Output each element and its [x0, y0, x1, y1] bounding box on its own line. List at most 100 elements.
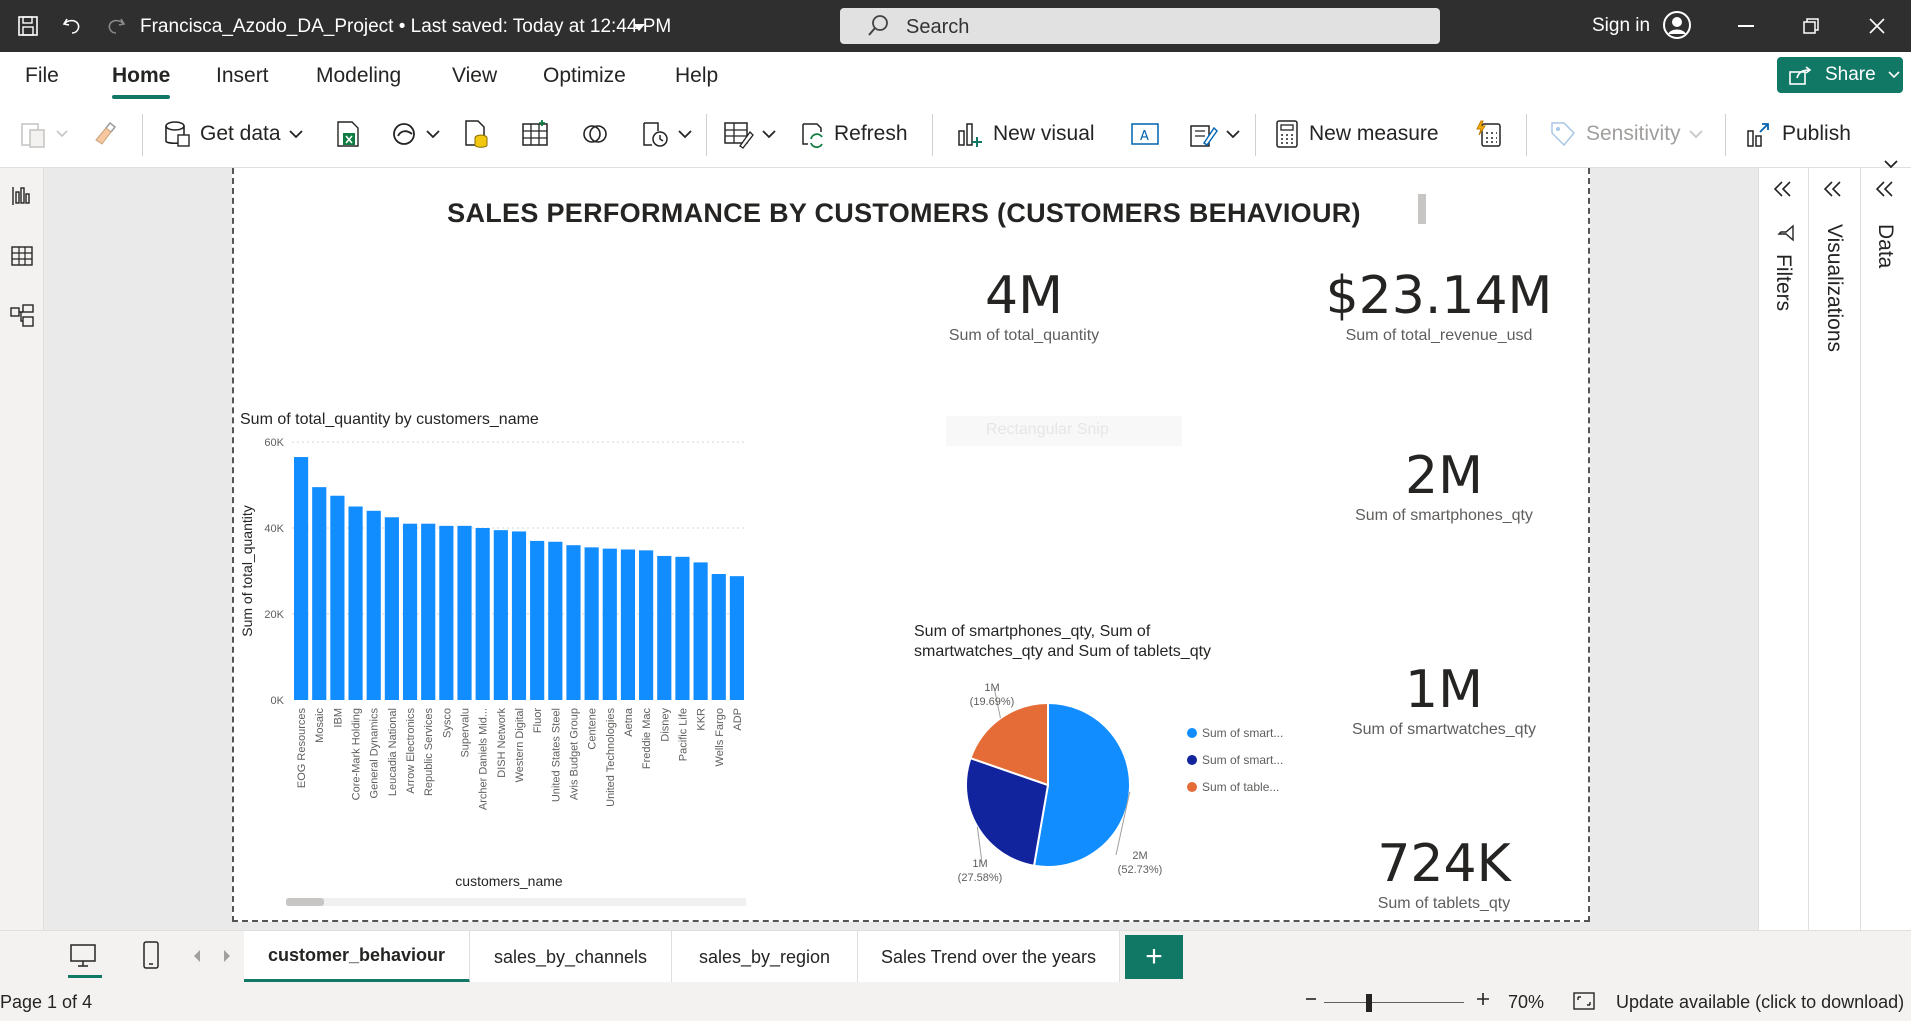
save-icon[interactable]	[14, 12, 42, 40]
scroll-right-icon[interactable]	[222, 949, 232, 968]
pie-chart[interactable]: Sum of smartphones_qty, Sum of smartwatch…	[914, 620, 1334, 915]
share-button[interactable]: Share	[1777, 57, 1903, 93]
onelake-button[interactable]	[390, 116, 440, 152]
collapse-chevron-icon[interactable]	[1875, 180, 1895, 203]
more-visuals-button[interactable]	[1188, 116, 1240, 152]
bar[interactable]	[366, 510, 381, 700]
zoom-slider-track[interactable]	[1324, 1002, 1464, 1003]
kpi-card-total-quantity[interactable]: 4M Sum of total_quantity	[894, 267, 1154, 345]
quick-measure-button[interactable]	[1474, 116, 1504, 152]
bar[interactable]	[693, 562, 708, 700]
page-tab-sales-trend[interactable]: Sales Trend over the years	[858, 931, 1120, 983]
bar[interactable]	[602, 548, 617, 700]
bar[interactable]	[511, 531, 527, 700]
collapse-chevron-icon[interactable]	[1823, 180, 1843, 203]
report-view-icon[interactable]	[8, 182, 36, 210]
table-view-icon[interactable]	[8, 242, 36, 270]
bar[interactable]	[348, 506, 363, 701]
legend-label[interactable]: Sum of smart...	[1202, 726, 1283, 740]
tab-help[interactable]: Help	[675, 64, 718, 88]
bar[interactable]	[493, 530, 508, 700]
bar[interactable]	[620, 549, 636, 701]
legend-label[interactable]: Sum of table...	[1202, 780, 1279, 794]
sql-server-button[interactable]	[462, 116, 490, 152]
page-tab-customer-behaviour[interactable]: customer_behaviour	[244, 931, 470, 983]
minimize-icon[interactable]	[1731, 14, 1761, 38]
undo-icon[interactable]	[58, 12, 86, 40]
sign-in-link[interactable]: Sign in	[1592, 15, 1650, 37]
bar[interactable]	[675, 556, 690, 700]
bar[interactable]	[584, 547, 599, 700]
tab-home[interactable]: Home	[112, 64, 170, 88]
bar-chart[interactable]: Sum of total_quantity by customers_name 0…	[234, 408, 764, 918]
data-pane[interactable]: Data	[1860, 168, 1911, 930]
visualizations-pane[interactable]: Visualizations	[1808, 168, 1860, 930]
tab-view[interactable]: View	[452, 64, 497, 88]
format-painter-button[interactable]	[90, 116, 118, 152]
bar[interactable]	[566, 545, 581, 700]
tab-insert[interactable]: Insert	[216, 64, 269, 88]
dataverse-button[interactable]	[580, 116, 610, 152]
filters-pane[interactable]: Filters	[1758, 168, 1808, 930]
bar[interactable]	[439, 525, 454, 700]
kpi-card-smartwatches[interactable]: 1M Sum of smartwatches_qty	[1324, 662, 1564, 740]
tab-modeling[interactable]: Modeling	[316, 64, 401, 88]
ribbon-divider	[706, 114, 707, 156]
chevron-down-icon[interactable]	[632, 20, 646, 38]
transform-data-button[interactable]	[722, 116, 776, 152]
new-measure-button[interactable]: New measure	[1273, 116, 1439, 152]
page-tab-sales-by-channels[interactable]: sales_by_channels	[470, 931, 672, 983]
bar[interactable]	[711, 574, 726, 700]
page-tab-sales-by-region[interactable]: sales_by_region	[672, 931, 858, 983]
chart-scrollbar-track[interactable]	[286, 898, 746, 906]
model-view-icon[interactable]	[8, 302, 36, 330]
close-icon[interactable]	[1862, 14, 1892, 38]
fit-to-page-icon[interactable]	[1572, 990, 1596, 1017]
bar[interactable]	[475, 528, 490, 700]
update-available-link[interactable]: Update available (click to download)	[1616, 992, 1904, 1013]
text-box-button[interactable]: A	[1130, 116, 1160, 152]
bar[interactable]	[402, 523, 418, 700]
restore-icon[interactable]	[1796, 14, 1826, 38]
mobile-layout-icon[interactable]	[140, 939, 162, 976]
legend-label[interactable]: Sum of smart...	[1202, 753, 1283, 767]
tab-file[interactable]: File	[25, 64, 59, 88]
recent-sources-button[interactable]	[640, 116, 692, 152]
get-data-button[interactable]: Get data	[162, 116, 303, 152]
bar[interactable]	[548, 541, 563, 700]
zoom-in-button[interactable]	[1475, 988, 1491, 1015]
refresh-button[interactable]: Refresh	[796, 116, 908, 152]
bar[interactable]	[639, 550, 654, 700]
bar[interactable]	[293, 457, 309, 700]
bar[interactable]	[421, 523, 436, 700]
search-input[interactable]: Search	[840, 8, 1440, 44]
bar[interactable]	[384, 517, 399, 700]
bar[interactable]	[457, 525, 472, 700]
excel-workbook-button[interactable]	[333, 116, 363, 152]
avatar-icon[interactable]	[1662, 10, 1692, 45]
bar[interactable]	[530, 540, 545, 700]
bar[interactable]	[657, 555, 672, 700]
chart-scrollbar-thumb[interactable]	[286, 898, 324, 906]
zoom-out-button[interactable]	[1304, 988, 1318, 1015]
x-tick-label: United Technologies	[605, 708, 617, 807]
enter-data-button[interactable]	[520, 116, 550, 152]
zoom-slider-thumb[interactable]	[1366, 994, 1372, 1012]
collapse-chevron-icon[interactable]	[1773, 180, 1793, 203]
visualizations-label: Visualizations	[1823, 224, 1846, 353]
scroll-left-icon[interactable]	[192, 949, 202, 968]
add-page-button[interactable]: +	[1125, 935, 1183, 979]
bar[interactable]	[312, 487, 327, 700]
document-title[interactable]: Francisca_Azodo_DA_Project • Last saved:…	[140, 16, 671, 38]
new-visual-button[interactable]: New visual	[955, 116, 1095, 152]
desktop-layout-icon[interactable]	[68, 941, 98, 976]
publish-button[interactable]: Publish	[1744, 116, 1851, 152]
bar[interactable]	[729, 576, 745, 700]
kpi-card-total-revenue[interactable]: $23.14M Sum of total_revenue_usd	[1304, 267, 1574, 345]
publish-icon	[1747, 123, 1769, 147]
kpi-card-tablets[interactable]: 724K Sum of tablets_qty	[1324, 835, 1564, 913]
paste-icon	[21, 123, 45, 148]
bar[interactable]	[330, 495, 345, 700]
kpi-card-smartphones[interactable]: 2M Sum of smartphones_qty	[1324, 447, 1564, 525]
tab-optimize[interactable]: Optimize	[543, 64, 626, 88]
